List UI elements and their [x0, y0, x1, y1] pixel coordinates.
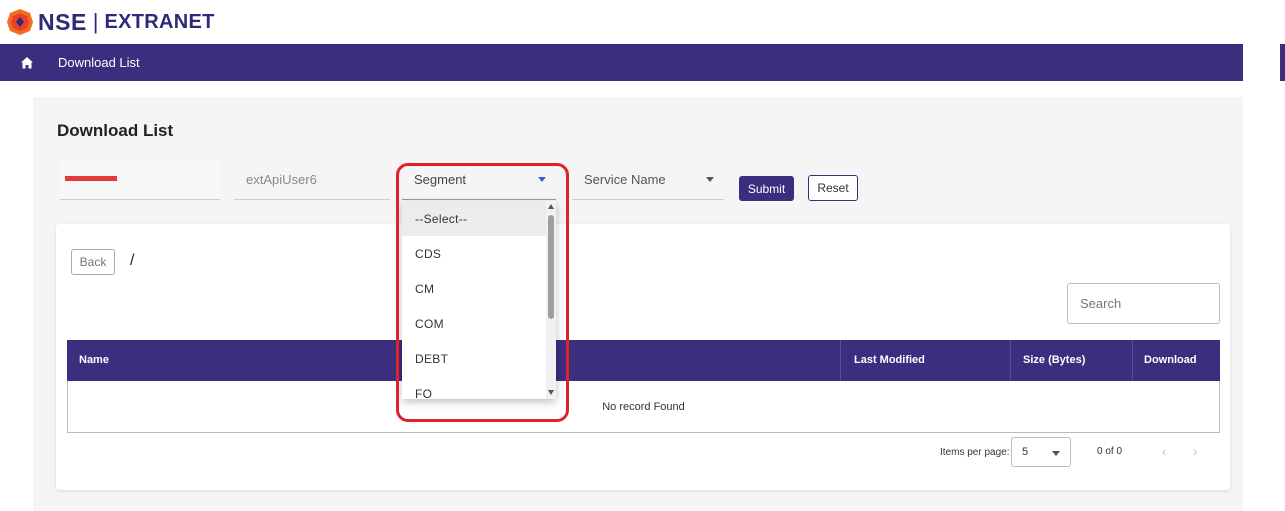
home-icon[interactable] — [20, 56, 34, 70]
segment-select[interactable]: Segment — [402, 160, 556, 200]
service-name-label: Service Name — [584, 172, 666, 187]
redaction-mark — [65, 176, 117, 181]
chevron-down-icon — [1052, 451, 1060, 456]
chevron-down-icon — [538, 177, 546, 182]
column-divider — [1010, 340, 1011, 381]
column-divider — [840, 340, 841, 381]
nav-bar: Download List — [0, 44, 1243, 81]
chevron-down-icon — [706, 177, 714, 182]
chevron-left-icon[interactable]: ‹ — [1162, 444, 1166, 459]
column-header-name[interactable]: Name — [79, 354, 109, 366]
table-header: Name Last Modified Size (Bytes) Download — [67, 340, 1220, 381]
reset-button[interactable]: Reset — [808, 175, 858, 201]
items-per-page-value: 5 — [1022, 446, 1029, 458]
submit-button[interactable]: Submit — [739, 176, 794, 201]
empty-message: No record Found — [602, 401, 685, 413]
column-header-download[interactable]: Download — [1144, 354, 1197, 366]
search-input[interactable] — [1067, 283, 1220, 324]
brand-separator: | — [92, 9, 99, 34]
column-header-last-modified[interactable]: Last Modified — [854, 354, 925, 366]
nav-bar-edge — [1280, 44, 1285, 81]
segment-option-com[interactable]: COM — [402, 306, 556, 341]
user-id-field[interactable]: extApiUser6 — [234, 160, 390, 200]
product-name: EXTRANET — [104, 10, 215, 33]
page-title: Download List — [57, 121, 174, 140]
segment-option-fo[interactable]: FO — [402, 376, 556, 400]
segment-option-select[interactable]: --Select-- — [402, 201, 556, 236]
segment-dropdown-list[interactable]: --Select-- CDS CM COM DEBT FO — [402, 201, 556, 399]
nse-logo[interactable]: NSE | EXTRANET — [6, 8, 215, 36]
chevron-right-icon[interactable]: › — [1193, 444, 1197, 459]
brand-name: NSE — [38, 8, 87, 35]
items-per-page-select[interactable]: 5 — [1011, 437, 1071, 467]
segment-select-label: Segment — [414, 172, 467, 187]
items-per-page-label: Items per page: — [940, 447, 1010, 458]
column-divider — [1132, 340, 1133, 381]
scrollbar-thumb[interactable] — [548, 215, 554, 319]
scroll-up-icon[interactable] — [548, 204, 554, 209]
table-body: No record Found — [67, 381, 1220, 433]
dropdown-scrollbar[interactable] — [546, 201, 556, 399]
nav-title[interactable]: Download List — [58, 55, 140, 70]
column-header-size[interactable]: Size (Bytes) — [1023, 354, 1085, 366]
segment-option-debt[interactable]: DEBT — [402, 341, 556, 376]
nse-logo-icon — [7, 9, 33, 35]
page-range: 0 of 0 — [1097, 446, 1123, 457]
segment-option-cds[interactable]: CDS — [402, 236, 556, 271]
back-button[interactable]: Back — [71, 249, 115, 275]
segment-option-cm[interactable]: CM — [402, 271, 556, 306]
scroll-down-icon[interactable] — [548, 390, 554, 395]
service-name-select[interactable]: Service Name — [572, 160, 724, 200]
path-breadcrumb: / — [130, 252, 135, 269]
app-header: NSE | EXTRANET — [0, 0, 1285, 44]
files-table: Name Last Modified Size (Bytes) Download… — [67, 340, 1220, 433]
